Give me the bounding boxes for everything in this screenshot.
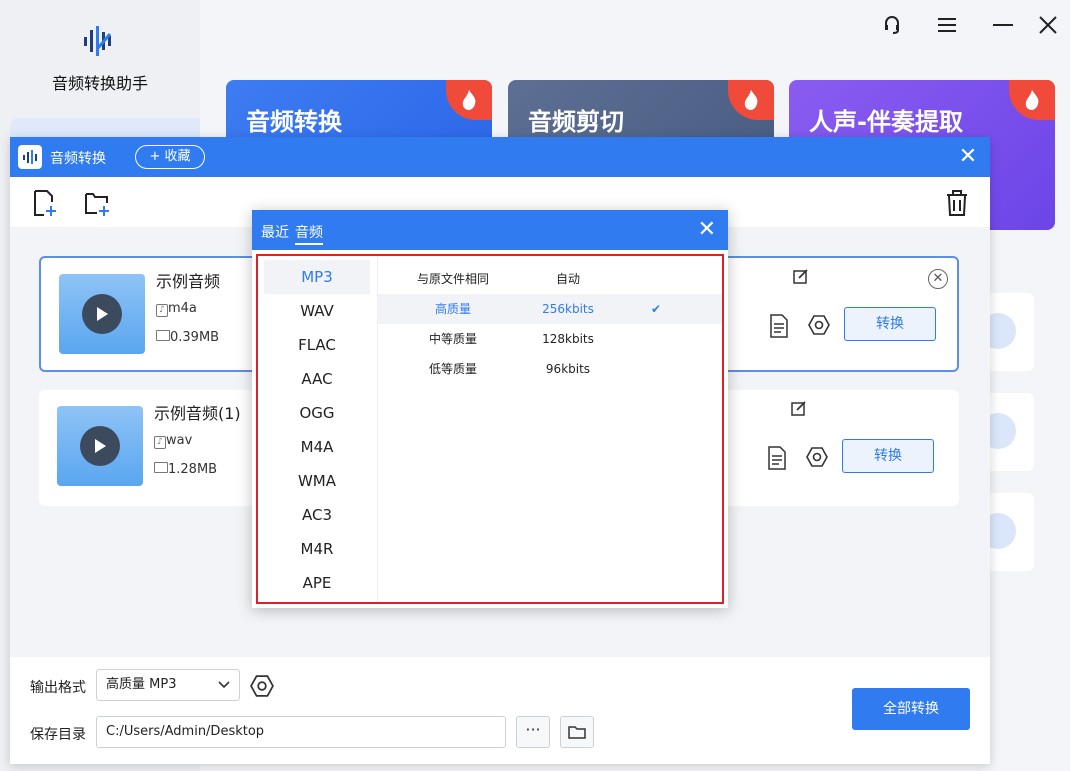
tab-audio[interactable]: 音频 [295,222,323,245]
save-dir-label: 保存目录 [30,727,86,743]
quality-row[interactable]: 与原文件相同 自动 [378,264,722,294]
folder-icon [156,330,170,341]
card-title: 音频剪切 [528,108,624,136]
app-name: 音频转换助手 [51,74,148,93]
file-size-value: 0.39MB [170,330,220,345]
dialog-header: 音频转换 + 收藏 ✕ [10,137,990,177]
file-format-value: wav [166,433,193,448]
folder-icon [154,462,168,473]
quality-rate: 自动 [555,272,580,286]
open-folder-button[interactable] [560,716,594,748]
output-format-select[interactable]: 高质量 MP3 [96,669,240,701]
bottom-bar: 输出格式 高质量 MP3 保存目录 C:/Users/Admin/Desktop… [10,657,990,764]
file-size: 1.28MB [154,462,217,477]
format-item[interactable]: M4R [264,532,370,566]
edit-icon[interactable] [791,400,807,416]
fire-icon [446,80,492,120]
settings-doc-icon[interactable] [769,314,789,338]
quality-rate: 128kbits [542,332,594,346]
quality-rate: 256kbits [542,302,594,316]
popup-close-icon[interactable]: ✕ [698,219,716,241]
browse-more-button[interactable]: ··· [516,716,550,748]
fire-icon [728,80,774,120]
format-item[interactable]: WAV [264,294,370,328]
music-note-icon: ♪ [154,436,166,449]
quality-row[interactable]: 低等质量 96kbits [378,354,722,384]
dialog-close-icon[interactable]: ✕ [956,145,980,169]
play-icon[interactable] [80,426,120,466]
output-format-value: 高质量 MP3 [106,677,177,692]
background-tile [980,293,1034,371]
favorite-button[interactable]: + 收藏 [135,145,205,169]
gear-icon[interactable] [250,674,274,698]
card-title: 人声-伴奏提取 [809,108,963,136]
file-size: 0.39MB [156,330,219,345]
quality-row[interactable]: 中等质量 128kbits [378,324,722,354]
background-tile [980,393,1034,471]
close-icon[interactable] [1033,10,1063,40]
settings-doc-icon[interactable] [767,446,787,470]
output-format-label: 输出格式 [30,680,86,696]
file-format: ♪ wav [154,433,192,449]
format-list: MP3 WAV FLAC AAC OGG M4A WMA AC3 M4R APE [258,256,378,602]
edit-icon[interactable] [793,268,809,284]
dialog-title: 音频转换 [50,151,106,167]
headset-icon[interactable] [877,10,907,40]
trash-icon[interactable] [946,189,968,217]
quality-name: 高质量 [434,302,471,316]
quality-rate: 96kbits [545,362,591,376]
quality-name: 低等质量 [428,362,477,376]
minimize-icon[interactable] [988,10,1018,40]
format-popup: 最近 音频 ✕ MP3 WAV FLAC AAC OGG M4A WMA AC3… [252,210,728,608]
audio-thumbnail [57,406,143,486]
menu-icon[interactable] [932,10,962,40]
file-size-value: 1.28MB [168,462,218,477]
add-file-icon[interactable] [32,189,58,217]
popup-header: 最近 音频 ✕ [252,210,728,250]
background-tile [980,493,1034,571]
quality-row[interactable]: 高质量 256kbits ✔ [378,294,722,324]
convert-button[interactable]: 转换 [844,307,936,341]
file-name: 示例音频 [156,272,221,291]
add-folder-icon[interactable] [84,189,110,217]
gear-icon[interactable] [808,314,830,336]
format-item[interactable]: OGG [264,396,370,430]
file-name: 示例音频(1) [154,404,241,423]
fire-icon [1009,80,1055,120]
remove-file-icon[interactable]: ✕ [928,269,948,289]
folder-icon [568,726,586,739]
quality-name: 中等质量 [428,332,477,346]
format-item[interactable]: MP3 [264,260,370,294]
music-note-icon: ♪ [156,304,168,317]
format-panel: MP3 WAV FLAC AAC OGG M4A WMA AC3 M4R APE… [256,254,724,604]
format-item[interactable]: AC3 [264,498,370,532]
convert-all-button[interactable]: 全部转换 [852,688,970,730]
format-item[interactable]: FLAC [264,328,370,362]
format-item[interactable]: APE [264,566,370,600]
file-format-value: m4a [168,301,197,316]
tab-recent[interactable]: 最近 [261,222,289,242]
audio-thumbnail [59,274,145,354]
quality-name: 与原文件相同 [416,272,489,286]
app-logo-icon [18,145,42,169]
format-item[interactable]: M4A [264,430,370,464]
chevron-down-icon [218,681,230,689]
check-icon: ✔ [650,302,662,316]
convert-button[interactable]: 转换 [842,439,934,473]
save-dir-input[interactable]: C:/Users/Admin/Desktop [96,716,506,748]
file-format: ♪ m4a [156,301,197,317]
card-title: 音频转换 [246,108,342,136]
format-item[interactable]: AAC [264,362,370,396]
app-logo-icon [84,26,112,56]
format-item[interactable]: WMA [264,464,370,498]
play-icon[interactable] [82,294,122,334]
gear-icon[interactable] [806,446,828,468]
